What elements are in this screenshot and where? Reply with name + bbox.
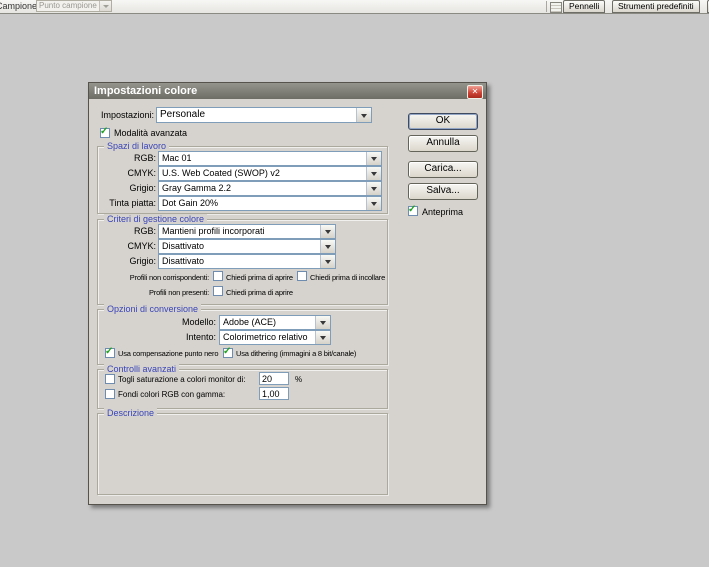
engine-select[interactable]: Adobe (ACE): [219, 315, 331, 330]
sample-point-value: Punto campione: [37, 1, 99, 11]
chevron-down-icon: [366, 167, 381, 180]
chevron-down-icon: [366, 182, 381, 195]
blend-gamma-checkbox[interactable]: [105, 389, 115, 399]
toolbar-separator: [546, 1, 547, 12]
engine-label: Modello:: [97, 317, 216, 327]
ws-rgb-value: Mac 01: [159, 152, 366, 165]
engine-value: Adobe (ACE): [220, 316, 315, 329]
desaturate-input[interactable]: [259, 372, 289, 385]
workspaces-group-title: Spazi di lavoro: [104, 141, 169, 151]
conversion-group-title: Opzioni di conversione: [104, 304, 201, 314]
black-point-checkbox[interactable]: [105, 348, 115, 358]
description-group: [97, 413, 388, 495]
missing-label: Profili non presenti:: [97, 288, 209, 297]
dither-label: Usa dithering (immagini a 8 bit/canale): [236, 349, 356, 358]
preview-label: Anteprima: [422, 207, 463, 217]
tab-brushes[interactable]: Pennelli: [563, 0, 605, 13]
policies-group-title: Criteri di gestione colore: [104, 214, 207, 224]
advanced-mode-label: Modalità avanzata: [114, 128, 187, 138]
blend-gamma-input[interactable]: [259, 387, 289, 400]
pol-cmyk-label: CMYK:: [97, 241, 156, 251]
missing-ask-open-checkbox[interactable]: [213, 286, 223, 296]
mismatch-label: Profili non corrispondenti:: [97, 273, 209, 282]
settings-value: Personale: [157, 108, 356, 122]
close-button[interactable]: [467, 85, 483, 99]
pol-gray-select[interactable]: Disattivato: [158, 254, 336, 269]
intent-value: Colorimetrico relativo: [220, 331, 315, 344]
black-point-label: Usa compensazione punto nero: [118, 349, 218, 358]
ws-spot-select[interactable]: Dot Gain 20%: [158, 196, 382, 211]
desaturate-checkbox[interactable]: [105, 374, 115, 384]
chevron-down-icon: [366, 152, 381, 165]
missing-ask-open-label: Chiedi prima di aprire: [226, 288, 293, 297]
load-button[interactable]: Carica...: [408, 161, 478, 178]
palette-well-icon: [550, 2, 562, 13]
mismatch-ask-paste-label: Chiedi prima di incollare: [310, 273, 385, 282]
sample-point-select: Punto campione: [36, 0, 112, 12]
ws-rgb-select[interactable]: Mac 01: [158, 151, 382, 166]
ws-spot-value: Dot Gain 20%: [159, 197, 366, 210]
desaturate-unit: %: [295, 375, 302, 384]
pol-cmyk-value: Disattivato: [159, 240, 320, 253]
tab-tool-presets[interactable]: Strumenti predefiniti: [612, 0, 700, 13]
description-group-title: Descrizione: [104, 408, 157, 418]
chevron-down-icon: [320, 225, 335, 238]
advanced-mode-checkbox[interactable]: [100, 128, 110, 138]
chevron-down-icon: [99, 1, 111, 11]
cancel-button[interactable]: Annulla: [408, 135, 478, 152]
blend-gamma-label: Fondi colori RGB con gamma:: [118, 390, 225, 399]
pol-rgb-label: RGB:: [97, 226, 156, 236]
chevron-down-icon: [320, 255, 335, 268]
mismatch-ask-open-label: Chiedi prima di aprire: [226, 273, 293, 282]
chevron-down-icon: [315, 316, 330, 329]
photoshop-screen: Campione: Punto campione Pennelli Strume…: [0, 0, 709, 567]
dialog-titlebar[interactable]: Impostazioni colore: [89, 83, 486, 99]
mismatch-ask-paste-checkbox[interactable]: [297, 271, 307, 281]
chevron-down-icon: [356, 108, 371, 122]
chevron-down-icon: [366, 197, 381, 210]
pol-gray-label: Grigio:: [97, 256, 156, 266]
pol-rgb-select[interactable]: Mantieni profili incorporati: [158, 224, 336, 239]
dither-checkbox[interactable]: [223, 348, 233, 358]
ws-gray-select[interactable]: Gray Gamma 2.2: [158, 181, 382, 196]
chevron-down-icon: [315, 331, 330, 344]
dialog-title: Impostazioni colore: [94, 85, 197, 97]
ws-spot-label: Tinta piatta:: [97, 198, 156, 208]
ws-gray-value: Gray Gamma 2.2: [159, 182, 366, 195]
ok-button[interactable]: OK: [408, 113, 478, 130]
ws-gray-label: Grigio:: [97, 183, 156, 193]
preview-checkbox[interactable]: [408, 206, 418, 216]
ws-cmyk-select[interactable]: U.S. Web Coated (SWOP) v2: [158, 166, 382, 181]
pol-rgb-value: Mantieni profili incorporati: [159, 225, 320, 238]
options-bar: Campione: Punto campione Pennelli Strume…: [0, 0, 709, 14]
intent-label: Intento:: [97, 332, 216, 342]
ws-cmyk-value: U.S. Web Coated (SWOP) v2: [159, 167, 366, 180]
settings-select[interactable]: Personale: [156, 107, 372, 123]
sample-label: Campione:: [0, 1, 40, 11]
ws-rgb-label: RGB:: [97, 153, 156, 163]
save-button[interactable]: Salva...: [408, 183, 478, 200]
desaturate-label: Togli saturazione a colori monitor di:: [118, 375, 246, 384]
ws-cmyk-label: CMYK:: [97, 168, 156, 178]
pol-cmyk-select[interactable]: Disattivato: [158, 239, 336, 254]
pol-gray-value: Disattivato: [159, 255, 320, 268]
color-settings-dialog: Impostazioni colore Impostazioni: Person…: [88, 82, 487, 505]
settings-label: Impostazioni:: [101, 110, 154, 120]
chevron-down-icon: [320, 240, 335, 253]
mismatch-ask-open-checkbox[interactable]: [213, 271, 223, 281]
advanced-group-title: Controlli avanzati: [104, 364, 179, 374]
intent-select[interactable]: Colorimetrico relativo: [219, 330, 331, 345]
